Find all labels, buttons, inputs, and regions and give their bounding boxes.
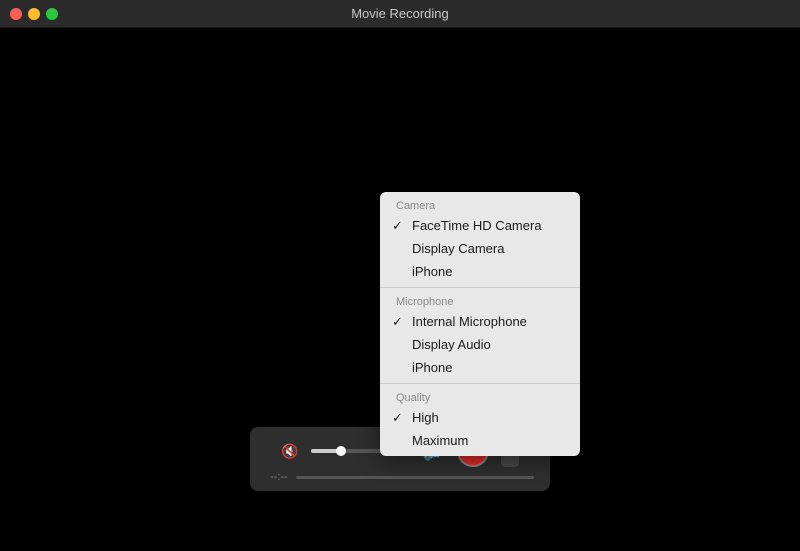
minimize-button[interactable]: [28, 8, 40, 20]
window-title: Movie Recording: [351, 6, 449, 21]
mic-internal[interactable]: Internal Microphone: [380, 310, 580, 333]
microphone-section: Microphone Internal Microphone Display A…: [380, 288, 580, 384]
close-button[interactable]: [10, 8, 22, 20]
mic-iphone[interactable]: iPhone: [380, 356, 580, 379]
time-display: --:--: [270, 471, 288, 483]
quality-maximum[interactable]: Maximum: [380, 429, 580, 452]
mic-display-audio[interactable]: Display Audio: [380, 333, 580, 356]
camera-facetime[interactable]: FaceTime HD Camera: [380, 214, 580, 237]
title-bar: Movie Recording: [0, 0, 800, 28]
microphone-section-header: Microphone: [380, 292, 580, 310]
video-area: 🔇 🔊 ▾ --:-- Camera FaceTime: [0, 28, 800, 551]
window-controls[interactable]: [10, 8, 58, 20]
volume-knob: [336, 446, 346, 456]
camera-iphone[interactable]: iPhone: [380, 260, 580, 283]
quality-high[interactable]: High: [380, 406, 580, 429]
quality-section-header: Quality: [380, 388, 580, 406]
dropdown-menu: Camera FaceTime HD Camera Display Camera…: [380, 192, 580, 456]
controls-bottom: --:--: [266, 471, 534, 483]
quality-section: Quality High Maximum: [380, 384, 580, 456]
camera-section: Camera FaceTime HD Camera Display Camera…: [380, 192, 580, 288]
progress-bar[interactable]: [296, 476, 534, 479]
volume-low-icon: 🔇: [281, 443, 298, 460]
camera-display[interactable]: Display Camera: [380, 237, 580, 260]
maximize-button[interactable]: [46, 8, 58, 20]
camera-section-header: Camera: [380, 196, 580, 214]
